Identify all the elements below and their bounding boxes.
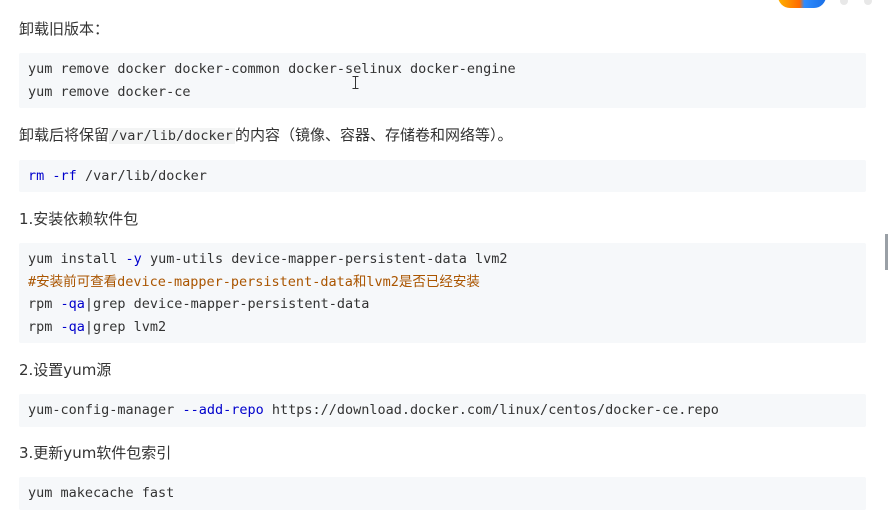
- code-line: yum remove docker docker-common docker-s…: [28, 61, 516, 77]
- text-cursor-icon: [352, 76, 359, 89]
- document-body: 卸载旧版本： yum remove docker docker-common d…: [0, 0, 888, 516]
- logo-dot: [840, 0, 848, 5]
- code-option: -qa: [60, 318, 85, 335]
- code-command: yum install: [28, 251, 126, 267]
- code-command: yum-config-manager: [28, 402, 183, 418]
- logo-shape: [778, 0, 826, 8]
- code-line: yum-config-manager --add-repo https://do…: [28, 399, 857, 422]
- code-line: yum remove docker-ce: [28, 83, 191, 100]
- step1-heading: 1.安装依赖软件包: [19, 210, 139, 228]
- step1-code-block[interactable]: yum install -y yum-utils device-mapper-p…: [19, 243, 866, 343]
- inline-code-path: /var/lib/docker: [109, 128, 235, 144]
- step2-code-block[interactable]: yum-config-manager --add-repo https://do…: [19, 394, 866, 427]
- code-command: rpm: [28, 296, 61, 312]
- step3-code-block[interactable]: yum makecache fast: [19, 477, 866, 510]
- code-line: yum makecache fast: [28, 485, 175, 501]
- code-argument: /var/lib/docker: [84, 168, 207, 184]
- code-line: rpm -qa|grep lvm2: [28, 316, 857, 339]
- code-command: rm: [28, 168, 45, 184]
- code-argument: |grep lvm2: [84, 318, 167, 335]
- code-line: rpm -qa|grep device-mapper-persistent-da…: [28, 293, 857, 316]
- logo-dot: [864, 0, 872, 5]
- uninstall-code-block[interactable]: yum remove docker docker-common docker-s…: [19, 53, 866, 108]
- code-option: -y: [125, 251, 142, 267]
- code-argument: |grep device-mapper-persistent-data: [84, 296, 370, 312]
- keep-note-suffix: 的内容（镜像、容器、存储卷和网络等）。: [234, 126, 513, 144]
- code-option: -rf: [52, 168, 77, 184]
- step3-heading: 3.更新yum软件包索引: [19, 444, 172, 462]
- code-line: rm -rf /var/lib/docker: [28, 165, 857, 188]
- uninstall-heading: 卸载旧版本：: [19, 20, 110, 38]
- code-option: --add-repo: [182, 402, 264, 418]
- code-command: rpm: [28, 318, 61, 335]
- keep-note: 卸载后将保留/var/lib/docker 的内容（镜像、容器、存储卷和网络等）。: [19, 125, 512, 146]
- step2-heading: 2.设置yum源: [19, 361, 112, 379]
- code-comment: #安装前可查看device-mapper-persistent-data和lvm…: [28, 273, 480, 290]
- keep-note-prefix: 卸载后将保留: [19, 126, 110, 144]
- brand-logo-icon: [778, 0, 888, 10]
- code-line: yum install -y yum-utils device-mapper-p…: [28, 248, 857, 271]
- code-argument: https://download.docker.com/linux/centos…: [263, 402, 719, 418]
- code-argument: yum-utils device-mapper-persistent-data …: [141, 251, 508, 267]
- rm-code-block[interactable]: rm -rf /var/lib/docker: [19, 160, 866, 192]
- code-option: -qa: [60, 296, 85, 312]
